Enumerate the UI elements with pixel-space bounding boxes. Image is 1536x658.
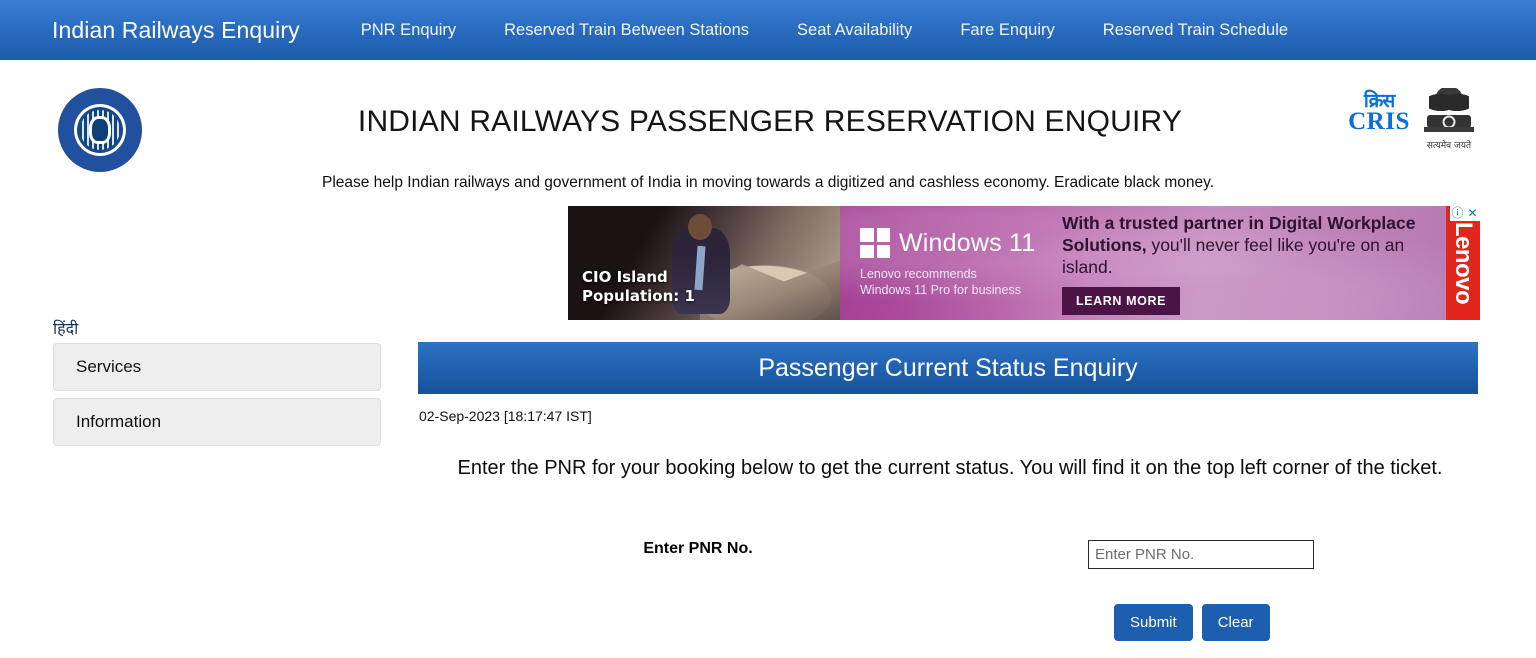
clear-button[interactable]: Clear	[1201, 604, 1270, 641]
lenovo-brand-text: Lenovo	[1450, 221, 1477, 305]
windows-logo-icon	[860, 228, 890, 258]
submit-button[interactable]: Submit	[1114, 604, 1193, 641]
digital-economy-message: Please help Indian railways and governme…	[321, 174, 1215, 191]
ad-controls: ⓘ ✕	[1450, 206, 1480, 221]
language-toggle-hindi-link[interactable]: हिंदी	[53, 317, 78, 339]
sidebar-panel-services[interactable]: Services	[53, 343, 381, 391]
ashoka-capital-shape	[1421, 86, 1477, 138]
info-circle-icon[interactable]: ⓘ	[1450, 206, 1465, 221]
ad-product-subtext-line-2: Windows 11 Pro for business	[860, 283, 1021, 297]
ad-copy-block: With a trusted partner in Digital Workpl…	[1058, 212, 1446, 315]
nav-link-fare-enquiry[interactable]: Fare Enquiry	[936, 21, 1078, 40]
nav-link-seat-availability[interactable]: Seat Availability	[773, 21, 936, 40]
ashoka-motto-text: सत्यमेव जयते	[1426, 141, 1472, 151]
advertisement-banner[interactable]: CIO Island Population: 1 Windows 11 Leno…	[568, 206, 1480, 320]
close-icon[interactable]: ✕	[1465, 206, 1480, 221]
ad-learn-more-button[interactable]: LEARN MORE	[1062, 286, 1181, 315]
ad-product-name: Windows 11	[899, 228, 1036, 257]
ad-headline: With a trusted partner in Digital Workpl…	[1062, 212, 1446, 278]
ad-product-block: Windows 11 Lenovo recommends Windows 11 …	[840, 228, 1058, 298]
ad-product-subtext-line-1: Lenovo recommends	[860, 267, 977, 281]
sidebar-panel-information[interactable]: Information	[53, 398, 381, 446]
ad-photo-caption: CIO Island Population: 1	[582, 268, 695, 306]
ad-product-title-row: Windows 11	[860, 228, 1058, 258]
ad-photo: CIO Island Population: 1	[568, 206, 840, 320]
top-navbar: Indian Railways Enquiry PNR Enquiry Rese…	[0, 0, 1536, 60]
section-title-bar: Passenger Current Status Enquiry	[418, 342, 1478, 394]
form-button-row: Submit Clear	[1114, 604, 1270, 641]
sidebar-panel-information-label: Information	[76, 412, 162, 431]
cris-text: CRIS	[1348, 108, 1410, 135]
ad-caption-line-1: CIO Island	[582, 268, 668, 286]
lenovo-brand-band: Lenovo	[1446, 206, 1480, 320]
nav-link-reserved-train-schedule[interactable]: Reserved Train Schedule	[1079, 21, 1312, 40]
sidebar-panel-services-label: Services	[76, 357, 142, 376]
timestamp: 02-Sep-2023 [18:17:47 IST]	[419, 408, 592, 424]
page-title: INDIAN RAILWAYS PASSENGER RESERVATION EN…	[357, 105, 1183, 138]
ad-product-subtext: Lenovo recommends Windows 11 Pro for bus…	[860, 266, 1058, 298]
ad-body: Windows 11 Lenovo recommends Windows 11 …	[840, 206, 1446, 320]
pnr-input[interactable]	[1088, 540, 1314, 569]
pnr-field-label: Enter PNR No.	[643, 540, 753, 557]
cris-logo: क्रिस CRIS	[1346, 86, 1412, 135]
nav-links: PNR Enquiry Reserved Train Between Stati…	[337, 21, 1312, 40]
ashoka-lions-shape	[1429, 88, 1469, 112]
indian-railways-emblem-icon	[58, 88, 142, 172]
ad-caption-line-2: Population: 1	[582, 287, 695, 305]
corner-logos: क्रिस CRIS सत्यमेव जयते	[1346, 86, 1480, 151]
instructions-text: Enter the PNR for your booking below to …	[457, 457, 1443, 479]
site-brand-link[interactable]: Indian Railways Enquiry	[52, 17, 300, 44]
ashoka-emblem-icon: सत्यमेव जयते	[1418, 86, 1480, 151]
nav-link-pnr-enquiry[interactable]: PNR Enquiry	[337, 21, 480, 40]
ashoka-base-shape	[1424, 127, 1474, 132]
nav-link-reserved-train-between-stations[interactable]: Reserved Train Between Stations	[480, 21, 773, 40]
